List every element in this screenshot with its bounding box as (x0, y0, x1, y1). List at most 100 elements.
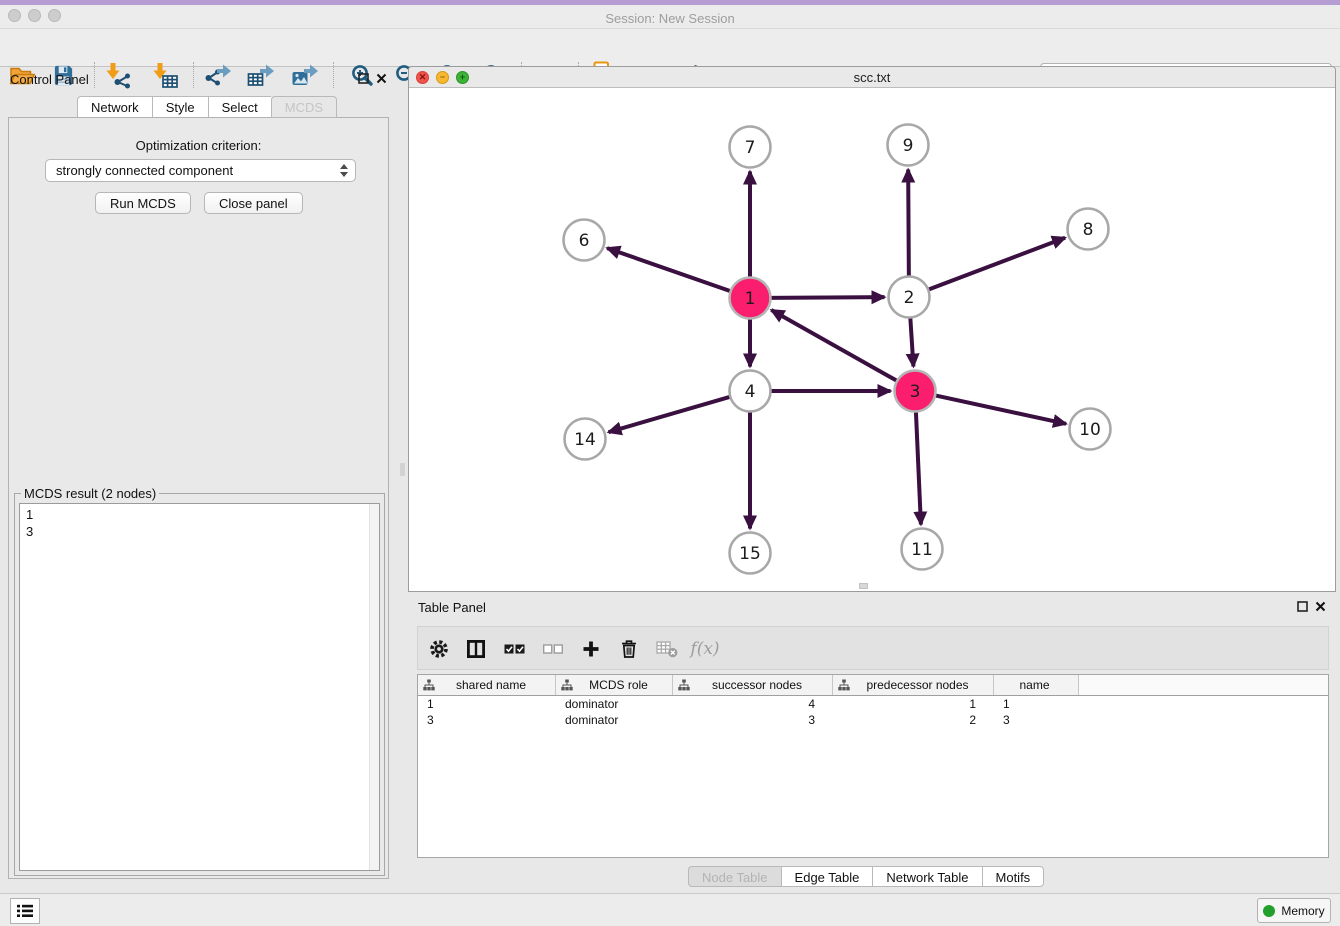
graph-edge-2-9[interactable] (908, 169, 909, 278)
deselect-all-icon[interactable] (540, 637, 566, 661)
tab-mcds[interactable]: MCDS (271, 96, 337, 118)
show-columns-icon[interactable] (463, 637, 489, 661)
close-panel-icon[interactable] (1315, 601, 1326, 612)
tab-network[interactable]: Network (77, 96, 152, 118)
column-header-predecessor-nodes[interactable]: predecessor nodes (833, 675, 994, 695)
mcds-result-title: MCDS result (2 nodes) (21, 486, 159, 501)
column-header-shared-name[interactable]: shared name (418, 675, 556, 695)
column-type-icon (423, 679, 435, 691)
graph-edge-3-1[interactable] (771, 310, 899, 382)
task-history-button[interactable] (10, 898, 40, 924)
table-settings-icon[interactable] (426, 637, 452, 661)
column-header-mcds-role[interactable]: MCDS role (556, 675, 673, 695)
mcds-result-line: 3 (20, 523, 379, 540)
graph-edge-4-14[interactable] (609, 396, 733, 432)
run-mcds-button[interactable]: Run MCDS (95, 192, 191, 214)
table-cell[interactable]: dominator (556, 696, 673, 712)
graph-edge-1-2[interactable] (768, 297, 884, 298)
criterion-dropdown[interactable]: strongly connected component (45, 159, 356, 182)
float-panel-icon[interactable] (1297, 601, 1308, 612)
export-network-icon[interactable] (203, 60, 233, 90)
graph-edge-1-6[interactable] (607, 248, 732, 292)
network-graph[interactable]: 7 9 6 8 1 2 4 3 14 10 15 11 (409, 88, 1335, 591)
table-cell[interactable]: dominator (556, 712, 673, 728)
graph-node-label: 3 (910, 382, 921, 402)
graph-node-label: 6 (579, 231, 590, 251)
status-bar: Memory (0, 893, 1340, 926)
graph-edge-2-8[interactable] (926, 238, 1065, 291)
create-column-icon[interactable] (578, 637, 604, 661)
graph-edge-3-10[interactable] (933, 395, 1066, 424)
table-cell[interactable]: 1 (833, 696, 994, 712)
tab-style[interactable]: Style (152, 96, 208, 118)
table-cell[interactable]: 1 (994, 696, 1079, 712)
graph-node-9[interactable]: 9 (888, 125, 929, 166)
graph-edge-3-11[interactable] (916, 409, 921, 524)
graph-node-14[interactable]: 14 (565, 419, 606, 460)
table-row[interactable]: 3dominator323 (418, 712, 1328, 728)
table-cell[interactable]: 1 (418, 696, 556, 712)
graph-node-11[interactable]: 11 (902, 529, 943, 570)
table-cell[interactable]: 2 (833, 712, 994, 728)
table-cell[interactable]: 3 (418, 712, 556, 728)
export-image-icon[interactable] (290, 60, 320, 90)
control-panel-title: Control Panel (10, 72, 89, 87)
table-cell[interactable]: 3 (994, 712, 1079, 728)
column-type-icon (838, 679, 850, 691)
tab-select[interactable]: Select (208, 96, 271, 118)
graph-node-1[interactable]: 1 (730, 278, 771, 319)
table-cell[interactable]: 3 (673, 712, 833, 728)
graph-node-10[interactable]: 10 (1070, 409, 1111, 450)
table-row[interactable]: 1dominator411 (418, 696, 1328, 712)
column-type-icon (561, 679, 573, 691)
titlebar: Session: New Session (0, 5, 1340, 29)
mcds-panel: Optimization criterion: strongly connect… (8, 117, 389, 879)
column-header-label: successor nodes (690, 678, 832, 692)
import-table-icon[interactable] (150, 60, 180, 90)
main-toolbar (0, 29, 1340, 67)
tab-network-table[interactable]: Network Table (872, 866, 981, 887)
window-resize-grip[interactable] (859, 583, 868, 589)
tab-node-table[interactable]: Node Table (688, 866, 781, 887)
delete-column-icon[interactable] (654, 637, 680, 661)
column-header-name[interactable]: name (994, 675, 1079, 695)
tab-edge-table[interactable]: Edge Table (781, 866, 873, 887)
network-window-title: scc.txt (409, 70, 1335, 85)
graph-node-label: 14 (574, 430, 596, 450)
graph-node-label: 7 (745, 138, 756, 158)
graph-node-8[interactable]: 8 (1068, 209, 1109, 250)
graph-node-label: 1 (745, 289, 756, 309)
function-builder-icon[interactable]: f(x) (692, 637, 718, 661)
table-toolbar: f(x) (417, 626, 1329, 670)
graph-node-3[interactable]: 3 (895, 371, 936, 412)
memory-label: Memory (1281, 904, 1324, 918)
mcds-result-textarea[interactable]: 13 (19, 503, 380, 871)
graph-node-2[interactable]: 2 (889, 277, 930, 318)
graph-node-4[interactable]: 4 (730, 371, 771, 412)
network-canvas[interactable]: 7 9 6 8 1 2 4 3 14 10 15 11 (409, 88, 1335, 591)
column-header-successor-nodes[interactable]: successor nodes (673, 675, 833, 695)
table-body: 1dominator4113dominator323 (418, 696, 1328, 728)
tab-motifs[interactable]: Motifs (982, 866, 1045, 887)
column-header-label: predecessor nodes (850, 678, 993, 692)
graph-node-15[interactable]: 15 (730, 533, 771, 574)
select-all-icon[interactable] (502, 637, 528, 661)
toolbar-separator (193, 62, 194, 88)
close-panel-icon[interactable] (376, 73, 387, 84)
graph-node-label: 8 (1083, 220, 1094, 240)
graph-node-6[interactable]: 6 (564, 220, 605, 261)
float-panel-icon[interactable] (358, 73, 369, 84)
criterion-dropdown-value: strongly connected component (56, 163, 233, 178)
export-table-icon[interactable] (246, 60, 276, 90)
result-scrollbar[interactable] (369, 504, 379, 870)
close-panel-button[interactable]: Close panel (204, 192, 303, 214)
graph-node-7[interactable]: 7 (730, 127, 771, 168)
network-window-titlebar[interactable]: ✕ − + scc.txt (409, 67, 1335, 88)
splitter-grip[interactable] (400, 463, 405, 476)
memory-button[interactable]: Memory (1257, 898, 1331, 923)
import-network-icon[interactable] (103, 60, 133, 90)
column-header-label: MCDS role (573, 678, 672, 692)
delete-row-icon[interactable] (616, 637, 642, 661)
graph-edge-2-3[interactable] (910, 315, 913, 366)
table-cell[interactable]: 4 (673, 696, 833, 712)
